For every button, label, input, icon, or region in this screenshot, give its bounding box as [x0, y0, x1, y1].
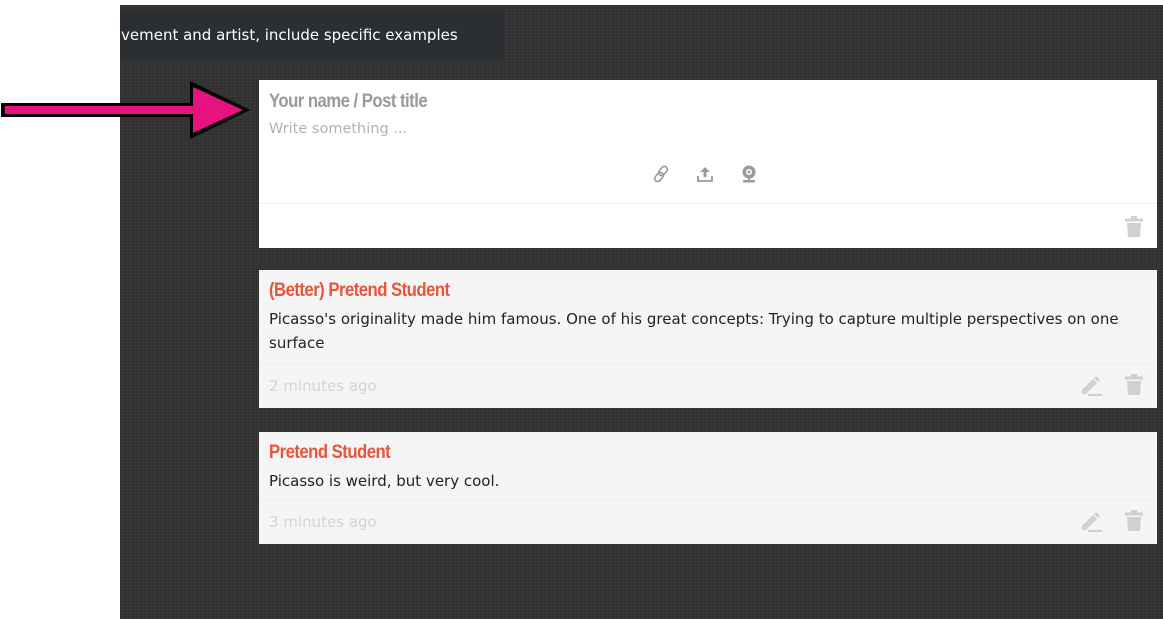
upload-icon[interactable]	[693, 162, 717, 186]
post-title: (Better) Pretend Student	[269, 280, 450, 301]
compose-divider	[259, 203, 1157, 204]
edit-icon[interactable]	[1078, 374, 1102, 396]
post-footer-divider	[259, 500, 1157, 501]
trash-icon[interactable]	[1125, 510, 1143, 532]
post-timestamp: 2 minutes ago	[269, 377, 377, 395]
attachment-toolbar	[649, 162, 761, 186]
board-description: vement and artist, include specific exam…	[120, 11, 504, 60]
post-title: Pretend Student	[269, 442, 391, 463]
edit-icon[interactable]	[1078, 510, 1102, 532]
post-body-input[interactable]	[269, 118, 1129, 140]
post-card[interactable]: (Better) Pretend Student Picasso's origi…	[259, 270, 1157, 408]
new-post-card	[259, 80, 1157, 248]
post-title-input[interactable]	[269, 90, 1026, 114]
post-card[interactable]: Pretend Student Picasso is weird, but ve…	[259, 432, 1157, 544]
webcam-icon[interactable]	[737, 162, 761, 186]
board-description-text: vement and artist, include specific exam…	[121, 26, 458, 44]
post-footer-divider	[259, 364, 1157, 365]
annotation-arrow-icon	[1, 81, 250, 139]
link-icon[interactable]	[649, 162, 673, 186]
trash-icon[interactable]	[1125, 216, 1143, 238]
post-body: Picasso is weird, but very cool.	[269, 472, 500, 490]
post-body: Picasso's originality made him famous. O…	[269, 310, 1119, 352]
post-timestamp: 3 minutes ago	[269, 513, 377, 531]
trash-icon[interactable]	[1125, 374, 1143, 396]
